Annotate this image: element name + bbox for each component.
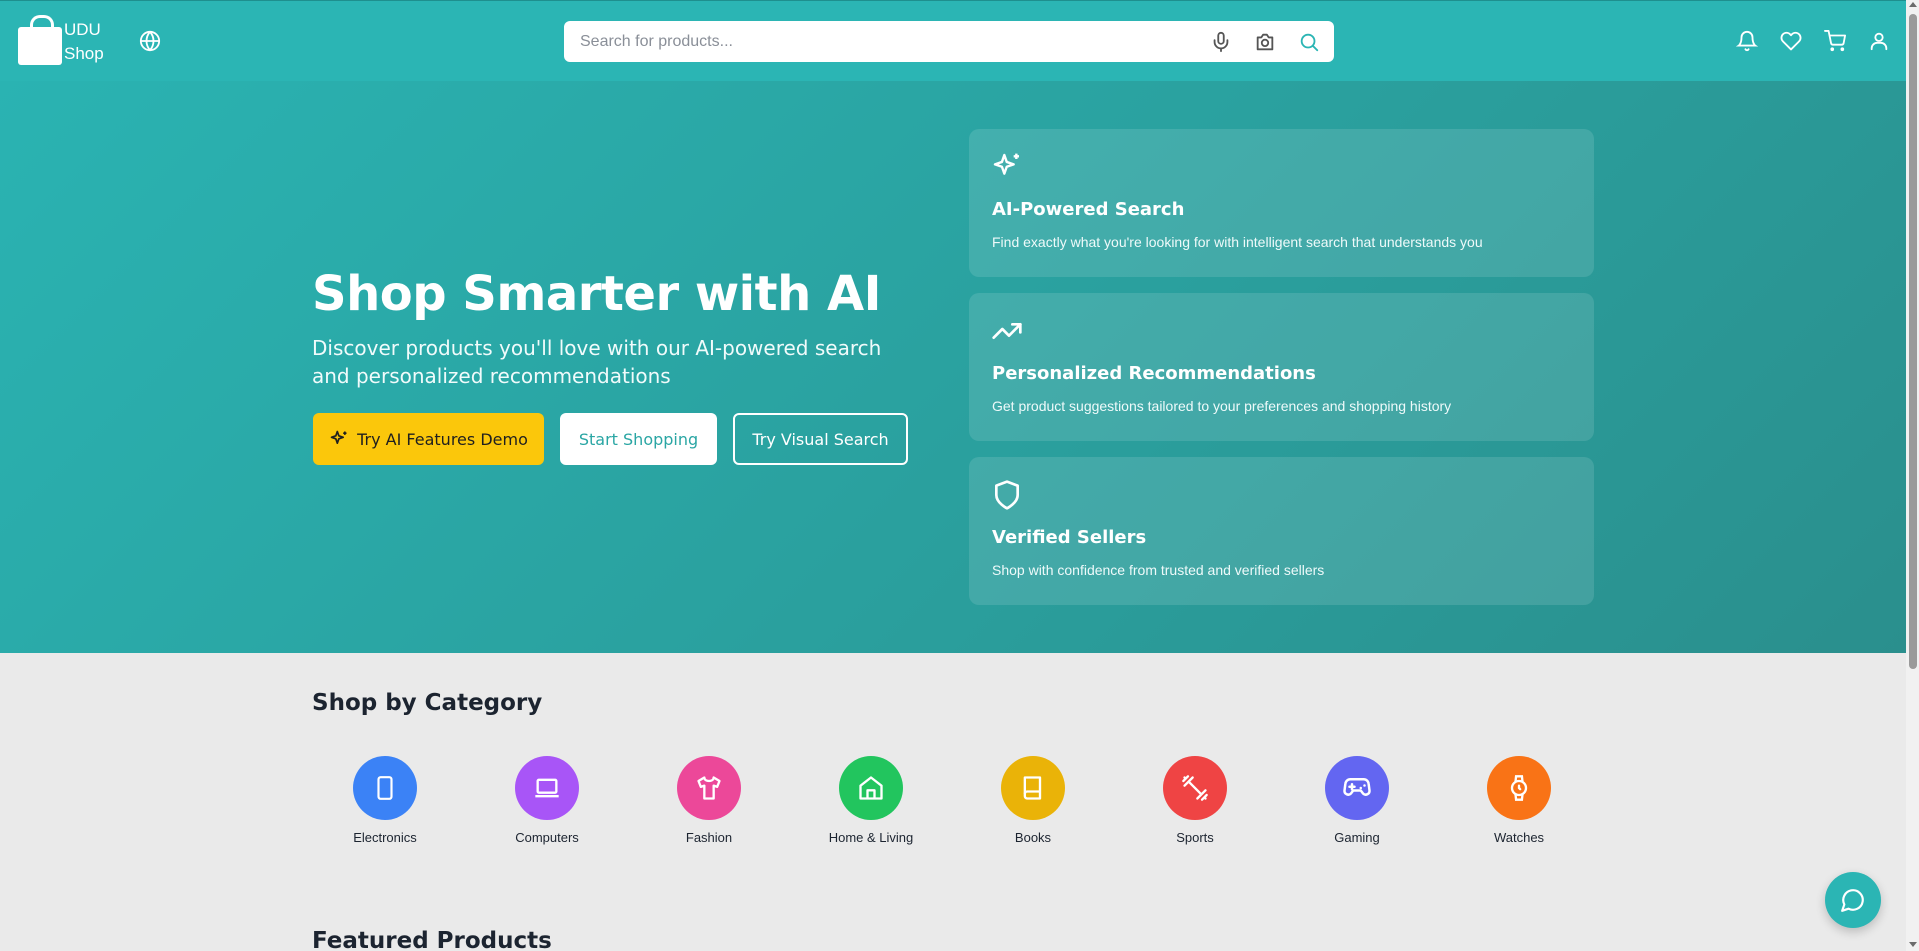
logo-line2: Shop bbox=[64, 44, 104, 63]
category-section-title: Shop by Category bbox=[312, 690, 543, 716]
feature-card-verified-sellers: Verified Sellers Shop with confidence fr… bbox=[969, 457, 1594, 605]
camera-icon[interactable] bbox=[1254, 31, 1276, 53]
scrollbar-thumb[interactable] bbox=[1909, 14, 1917, 669]
hero-title: Shop Smarter with AI bbox=[312, 266, 881, 322]
search-icon[interactable] bbox=[1298, 31, 1320, 53]
category-label: Books bbox=[1014, 830, 1052, 845]
trending-up-icon bbox=[992, 323, 1022, 339]
sparkles-icon bbox=[993, 153, 1019, 175]
category-books[interactable]: Books bbox=[973, 756, 1093, 845]
feature-desc: Shop with confidence from trusted and ve… bbox=[992, 562, 1325, 578]
shirt-icon bbox=[677, 756, 741, 820]
search-bar bbox=[564, 21, 1334, 62]
scroll-up-arrow[interactable] bbox=[1909, 2, 1917, 7]
microphone-icon[interactable] bbox=[1210, 31, 1232, 53]
bell-icon[interactable] bbox=[1736, 30, 1758, 52]
feature-card-recommendations: Personalized Recommendations Get product… bbox=[969, 293, 1594, 441]
category-fashion[interactable]: Fashion bbox=[649, 756, 769, 845]
vertical-scrollbar[interactable] bbox=[1906, 0, 1919, 951]
category-electronics[interactable]: Electronics bbox=[325, 756, 445, 845]
category-label: Sports bbox=[1176, 830, 1214, 845]
watch-icon bbox=[1487, 756, 1551, 820]
laptop-icon bbox=[515, 756, 579, 820]
featured-products-title: Featured Products bbox=[312, 928, 552, 951]
hero-section: Shop Smarter with AI Discover products y… bbox=[0, 81, 1906, 653]
category-label: Fashion bbox=[685, 830, 733, 845]
search-input[interactable] bbox=[580, 21, 1140, 62]
category-label: Gaming bbox=[1334, 830, 1380, 845]
try-ai-demo-button[interactable]: Try AI Features Demo bbox=[313, 413, 544, 465]
category-label: Electronics bbox=[353, 830, 417, 845]
category-label: Watches bbox=[1493, 830, 1545, 845]
sparkles-icon bbox=[330, 430, 347, 444]
category-sports[interactable]: Sports bbox=[1135, 756, 1255, 845]
start-shopping-button[interactable]: Start Shopping bbox=[560, 413, 717, 465]
scroll-down-arrow[interactable] bbox=[1909, 942, 1917, 947]
cart-icon[interactable] bbox=[1824, 30, 1846, 52]
category-watches[interactable]: Watches bbox=[1459, 756, 1579, 845]
hero-subtitle: Discover products you'll love with our A… bbox=[312, 336, 882, 388]
feature-title: Personalized Recommendations bbox=[992, 363, 1316, 384]
chat-button[interactable] bbox=[1825, 872, 1881, 928]
chat-bubble-icon bbox=[1841, 889, 1864, 912]
category-label: Home & Living bbox=[828, 830, 914, 845]
logo[interactable]: UDU Shop bbox=[16, 15, 106, 67]
logo-text: UDU Shop bbox=[64, 18, 104, 66]
shield-icon bbox=[995, 480, 1019, 510]
shopping-bag-icon bbox=[18, 15, 62, 65]
category-home-living[interactable]: Home & Living bbox=[811, 756, 931, 845]
feature-desc: Find exactly what you're looking for wit… bbox=[992, 234, 1483, 250]
visual-search-label: Try Visual Search bbox=[752, 429, 889, 449]
category-gaming[interactable]: Gaming bbox=[1297, 756, 1417, 845]
home-icon bbox=[839, 756, 903, 820]
feature-title: Verified Sellers bbox=[992, 527, 1147, 548]
dumbbell-icon bbox=[1163, 756, 1227, 820]
top-navbar: UDU Shop bbox=[0, 0, 1906, 81]
logo-line1: UDU bbox=[64, 20, 101, 39]
category-label: Computers bbox=[515, 830, 579, 845]
user-icon[interactable] bbox=[1868, 30, 1890, 52]
try-ai-demo-label: Try AI Features Demo bbox=[357, 429, 528, 449]
feature-card-ai-search: AI-Powered Search Find exactly what you'… bbox=[969, 129, 1594, 277]
smartphone-icon bbox=[353, 756, 417, 820]
globe-icon[interactable] bbox=[139, 30, 161, 52]
heart-icon[interactable] bbox=[1780, 30, 1802, 52]
start-shopping-label: Start Shopping bbox=[578, 429, 699, 449]
book-icon bbox=[1001, 756, 1065, 820]
category-computers[interactable]: Computers bbox=[487, 756, 607, 845]
gamepad-icon bbox=[1325, 756, 1389, 820]
feature-title: AI-Powered Search bbox=[992, 199, 1185, 220]
visual-search-button[interactable]: Try Visual Search bbox=[733, 413, 908, 465]
feature-desc: Get product suggestions tailored to your… bbox=[992, 398, 1452, 414]
